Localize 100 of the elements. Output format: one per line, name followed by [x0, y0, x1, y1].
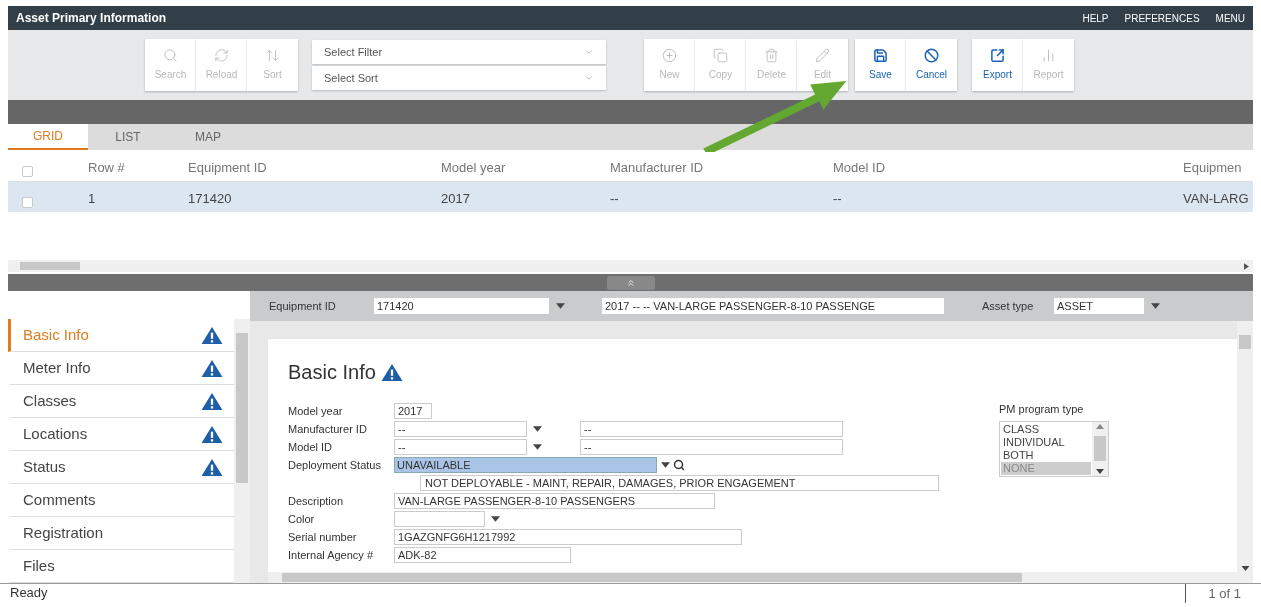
- trash-icon: [764, 48, 779, 63]
- listbox-scrollbar[interactable]: [1092, 421, 1108, 476]
- sort-placeholder: Select Sort: [324, 70, 378, 86]
- horizontal-scrollbar[interactable]: [8, 260, 1253, 272]
- field-label: PM program type: [999, 402, 1085, 417]
- field-label: Description: [288, 493, 345, 509]
- field-label: Color: [288, 511, 316, 527]
- scroll-down-icon[interactable]: [1240, 566, 1250, 571]
- vertical-scrollbar[interactable]: [1237, 321, 1253, 583]
- warning-icon: [200, 457, 224, 477]
- table-cell-text: 2017: [441, 190, 470, 208]
- pencil-icon: [815, 48, 830, 63]
- window-title: Asset Primary Information: [16, 10, 167, 27]
- dropdown-arrow-icon[interactable]: [1151, 303, 1160, 309]
- warning-icon: [379, 362, 404, 382]
- sort-select[interactable]: Select Sort: [312, 66, 606, 90]
- scrollbar-thumb[interactable]: [1239, 335, 1251, 349]
- view-tab[interactable]: MAP: [168, 124, 248, 150]
- select-field[interactable]: [394, 511, 485, 527]
- scrollbar-thumb[interactable]: [236, 333, 248, 483]
- asset-type-field[interactable]: ASSET: [1054, 298, 1144, 314]
- field-label: Deployment Status: [288, 457, 382, 473]
- field-label: Equipment ID: [269, 298, 337, 314]
- select-field[interactable]: --: [394, 439, 527, 455]
- grid-row[interactable]: 1 171420 2017 -- -- VAN-LARG: [8, 182, 1253, 212]
- filter-select[interactable]: Select Filter: [312, 40, 606, 64]
- horizontal-scrollbar[interactable]: [268, 572, 1237, 583]
- column-header[interactable]: Manufacturer ID: [610, 158, 704, 178]
- list-option[interactable]: INDIVIDUAL: [1001, 435, 1091, 449]
- table-cell-text: --: [610, 190, 619, 208]
- scrollbar-thumb[interactable]: [1094, 436, 1106, 461]
- lookup-field[interactable]: UNAVAILABLE: [394, 457, 657, 473]
- scroll-up-icon[interactable]: [1096, 423, 1104, 429]
- search-icon: [163, 48, 178, 63]
- copy-icon: [713, 48, 728, 63]
- page-count: 1 of 1: [1185, 583, 1261, 603]
- column-header[interactable]: Equipmen: [1183, 158, 1242, 178]
- scrollbar-thumb[interactable]: [282, 573, 1022, 582]
- field-label: Asset type: [982, 298, 1035, 314]
- checkbox[interactable]: [22, 166, 33, 177]
- header-link[interactable]: MENU: [1215, 10, 1245, 26]
- select-field[interactable]: --: [394, 421, 527, 437]
- field-label: Serial number: [288, 529, 358, 545]
- toolbar-button[interactable]: Export: [972, 39, 1023, 91]
- pm-program-listbox[interactable]: CLASS INDIVIDUAL BOTH NONE: [999, 420, 1109, 477]
- dropdown-arrow-icon[interactable]: [661, 462, 670, 468]
- text-field[interactable]: 2017: [394, 403, 432, 419]
- warning-icon: [200, 424, 224, 444]
- status-description-field: NOT DEPLOYABLE - MAINT, REPAIR, DAMAGES, PRIOR ENGAGEMENT: [420, 475, 939, 491]
- column-header[interactable]: Model ID: [833, 158, 886, 178]
- collapse-button[interactable]: [606, 275, 655, 290]
- column-header[interactable]: Equipment ID: [188, 158, 267, 178]
- checkbox[interactable]: [22, 197, 33, 208]
- field-label: Manufacturer ID: [288, 421, 368, 437]
- view-tab[interactable]: LIST: [88, 124, 168, 150]
- text-field[interactable]: --: [580, 421, 843, 437]
- dropdown-arrow-icon[interactable]: [491, 516, 500, 522]
- dropdown-arrow-icon[interactable]: [533, 444, 542, 450]
- scrollbar-thumb[interactable]: [20, 262, 80, 270]
- bar-chart-icon: [1041, 48, 1056, 63]
- sidebar-item[interactable]: Locations: [8, 418, 234, 451]
- field-label: Internal Agency #: [288, 547, 374, 563]
- toolbar-button[interactable]: Cancel: [906, 39, 957, 91]
- section-title: Basic Info: [288, 360, 376, 385]
- vertical-scrollbar[interactable]: [234, 319, 250, 583]
- toolbar-button[interactable]: Save: [855, 39, 906, 91]
- header-link[interactable]: HELP: [1082, 10, 1109, 26]
- plus-circle-icon: [662, 48, 677, 63]
- search-icon[interactable]: [673, 459, 685, 471]
- table-cell-text: 171420: [188, 190, 232, 208]
- sidebar-item[interactable]: Classes: [8, 385, 234, 418]
- warning-icon: [200, 325, 224, 345]
- equipment-id-field[interactable]: 171420: [374, 298, 549, 314]
- status-text: Ready: [10, 584, 48, 603]
- scroll-right-icon[interactable]: [1244, 262, 1249, 270]
- field-label: Model year: [288, 403, 344, 419]
- description-field[interactable]: 2017 -- -- VAN-LARGE PASSENGER-8-10 PASSENGE: [602, 298, 944, 314]
- text-field[interactable]: ADK-82: [394, 547, 571, 563]
- export-icon: [990, 48, 1005, 63]
- filter-placeholder: Select Filter: [324, 44, 383, 60]
- header-link[interactable]: PREFERENCES: [1124, 10, 1200, 26]
- text-field[interactable]: VAN-LARGE PASSENGER-8-10 PASSENGERS: [394, 493, 715, 509]
- column-header[interactable]: Row #: [88, 158, 125, 178]
- column-header[interactable]: Model year: [441, 158, 506, 178]
- dropdown-arrow-icon[interactable]: [556, 303, 565, 309]
- sidebar-item[interactable]: Meter Info: [8, 352, 234, 385]
- warning-icon: [200, 358, 224, 378]
- table-cell-text: 1: [88, 190, 96, 208]
- text-field[interactable]: --: [580, 439, 843, 455]
- sidebar-item[interactable]: Status: [8, 451, 234, 484]
- sort-icon: [265, 48, 280, 63]
- table-cell-text: --: [833, 190, 842, 208]
- reload-icon: [214, 48, 229, 63]
- warning-icon: [200, 391, 224, 411]
- list-option[interactable]: BOTH: [1001, 448, 1091, 462]
- list-option[interactable]: CLASS: [1001, 422, 1091, 436]
- text-field[interactable]: 1GAZGNFG6H1217992: [394, 529, 742, 545]
- dropdown-arrow-icon[interactable]: [533, 426, 542, 432]
- cancel-icon: [924, 48, 939, 63]
- scroll-down-icon[interactable]: [1096, 468, 1104, 474]
